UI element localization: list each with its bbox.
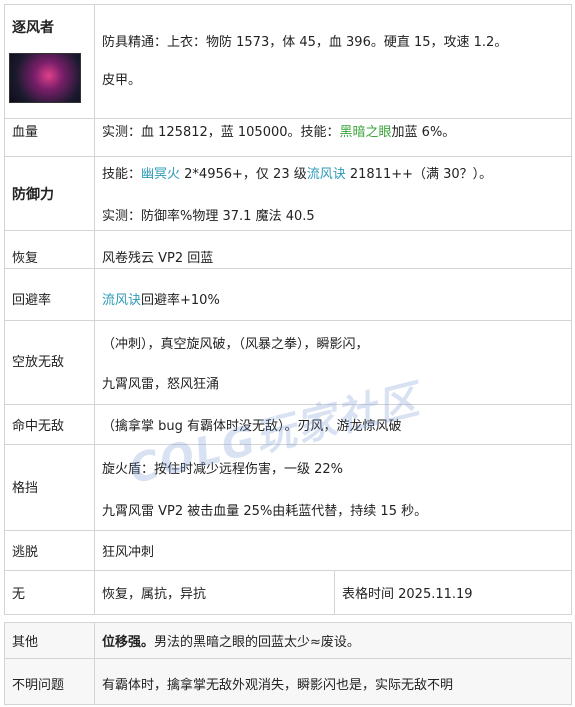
text-segment: 位移强。 <box>102 635 155 650</box>
text-segment: 九霄风雷，怒风狂涌 <box>102 377 220 392</box>
row-content-line: 九霄风雷，怒风狂涌 <box>102 373 219 392</box>
row-content-line: 旋火盾：按住时减少远程伤害，一级 22% <box>102 458 343 477</box>
row-label: 逃脱 <box>12 545 39 560</box>
row-content-line: 皮甲。 <box>102 69 141 88</box>
row-label: 回避率 <box>12 293 52 308</box>
skill-link: 流风诀 <box>102 293 142 308</box>
row-label: 血量 <box>12 125 39 140</box>
text-segment: 21811++（满 30？）。 <box>345 167 493 182</box>
text-segment: 实测：血 125812，蓝 105000。技能： <box>102 125 340 140</box>
row-content-line: 实测：防御率%物理 37.1 魔法 40.5 <box>102 205 315 224</box>
row-label: 防御力 <box>12 187 54 203</box>
row-content-line: 有霸体时，擒拿掌无敌外观消失，瞬影闪也是，实际无敌不明 <box>102 674 453 693</box>
table-date: 表格时间 2025.11.19 <box>342 587 473 602</box>
row-label: 无 <box>12 587 26 602</box>
text-segment: 恢复，属抗，异抗 <box>102 587 207 602</box>
row-content-line: 九霄风雷 VP2 被击血量 25%由耗蓝代替，持续 15 秒。 <box>102 500 427 519</box>
text-segment: 旋火盾：按住时减少远程伤害，一级 22% <box>102 462 344 477</box>
text-segment: 男法的黑暗之眼的回蓝太少≈废设。 <box>154 635 360 650</box>
row-label: 不明问题 <box>12 678 65 693</box>
row-content-line: 技能：幽冥火 2*4956+，仅 23 级流风诀 21811++（满 30？）。 <box>102 163 492 182</box>
skill-link: 幽冥火 <box>141 167 181 182</box>
row-content-line: 狂风冲刺 <box>102 541 154 560</box>
row-content-line: 防具精通：上衣：物防 1573，体 45，血 396。硬直 15，攻速 1.2。 <box>102 31 507 50</box>
row-label: 其他 <box>12 635 39 650</box>
row-label: 格挡 <box>12 481 39 496</box>
row-label: 恢复 <box>12 251 39 266</box>
text-segment: （冲刺），真空旋风破，（风暴之拳），瞬影闪， <box>102 337 369 352</box>
row-label: 命中无敌 <box>12 419 65 434</box>
character-portrait <box>9 53 81 103</box>
row-content-line: 实测：血 125812，蓝 105000。技能：黑暗之眼加蓝 6%。 <box>102 121 455 140</box>
row-content-line: （冲刺），真空旋风破，（风暴之拳），瞬影闪， <box>102 333 369 352</box>
row-content-line: （擒拿掌 bug 有霸体时没无敌）。刃风，游龙惊风破 <box>102 415 402 434</box>
text-segment: 2*4956+，仅 23 级 <box>180 167 307 182</box>
text-segment: 实测：防御率%物理 37.1 魔法 40.5 <box>102 209 315 224</box>
skill-link: 黑暗之眼 <box>339 125 392 140</box>
text-segment: （擒拿掌 bug 有霸体时没无敌）。刃风，游龙惊风破 <box>102 419 402 434</box>
skill-link: 流风诀 <box>306 167 346 182</box>
text-segment: 皮甲。 <box>102 73 142 88</box>
text-segment: 技能： <box>102 167 142 182</box>
row-content-line: 风卷残云 VP2 回蓝 <box>102 247 213 266</box>
text-segment: 狂风冲刺 <box>102 545 155 560</box>
text-segment: 防具精通：上衣：物防 1573，体 45，血 396。硬直 15，攻速 1.2。 <box>102 35 508 50</box>
text-segment: 九霄风雷 VP2 被击血量 25%由耗蓝代替，持续 15 秒。 <box>102 504 428 519</box>
text-segment: 风卷残云 VP2 回蓝 <box>102 251 214 266</box>
row-content-line: 位移强。男法的黑暗之眼的回蓝太少≈废设。 <box>102 631 360 650</box>
row-label: 逐风者 <box>12 20 54 36</box>
row-label: 空放无敌 <box>12 355 65 370</box>
text-segment: 有霸体时，擒拿掌无敌外观消失，瞬影闪也是，实际无敌不明 <box>102 678 454 693</box>
row-content-line: 流风诀回避率+10% <box>102 289 220 308</box>
row-content-line: 恢复，属抗，异抗 <box>102 583 206 602</box>
text-segment: 加蓝 6%。 <box>391 125 456 140</box>
text-segment: 回避率+10% <box>141 293 220 308</box>
